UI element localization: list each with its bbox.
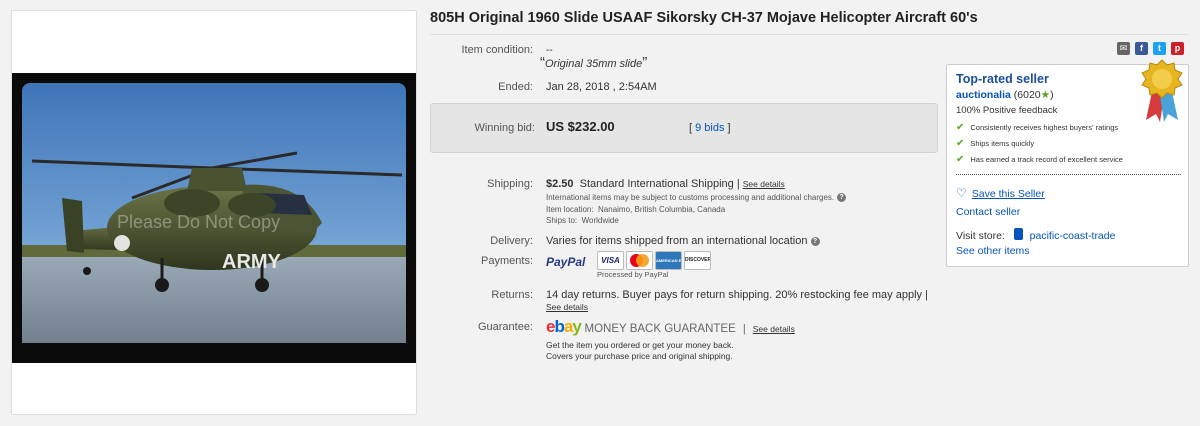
close-quote: ”: [642, 54, 648, 71]
amex-text: AMERICAN EXPRESS: [656, 258, 682, 263]
list-item: ✔ Has earned a track record of excellent …: [956, 154, 1123, 170]
item-location-label: Item location:: [546, 205, 594, 214]
item-location-value: Nanaimo, British Columbia, Canada: [598, 205, 726, 214]
check-icon: ✔: [956, 122, 965, 133]
list-item: ✔ Ships items quickly: [956, 138, 1123, 154]
customs-text: International items may be subject to cu…: [546, 193, 835, 202]
see-other-items-link[interactable]: See other items: [956, 245, 1030, 257]
guarantee-line2: Covers your purchase price and original …: [546, 351, 733, 361]
shipping-label: Shipping:: [487, 178, 533, 190]
save-seller-link[interactable]: ♡ Save this Seller: [956, 186, 1045, 200]
mastercard-icon: [626, 251, 653, 270]
seller-name-line: auctionalia (6020★): [956, 89, 1054, 101]
heart-icon: ♡: [956, 186, 967, 200]
ships-to-value: Worldwide: [581, 216, 619, 225]
shipping-line: $2.50 Standard International Shipping | …: [546, 178, 785, 190]
help-icon[interactable]: ?: [837, 193, 847, 202]
customs-note: International items may be subject to cu…: [546, 193, 847, 202]
seller-feedback: 100% Positive feedback: [956, 105, 1058, 116]
amex-card-icon: AMERICAN EXPRESS: [655, 251, 682, 270]
check-icon: ✔: [956, 154, 965, 165]
item-location: Item location: Nanaimo, British Columbia…: [546, 205, 725, 214]
shipping-details-link[interactable]: See details: [743, 179, 785, 189]
twitter-icon[interactable]: t: [1153, 42, 1166, 55]
seller-score-end: ): [1050, 89, 1054, 101]
winning-bid-panel: Winning bid: US $232.00 [ 9 bids ]: [430, 103, 938, 153]
mastercard-logo: [630, 254, 649, 267]
condition-quote: “Original 35mm slide”: [540, 54, 647, 71]
seller-score: (6020: [1013, 89, 1041, 101]
condition-quote-text: Original 35mm slide: [545, 58, 643, 70]
seller-badges: ✔ Consistently receives highest buyers' r…: [956, 122, 1123, 170]
winning-bid-label: Winning bid:: [474, 122, 535, 134]
ebay-logo: ebay: [546, 317, 582, 336]
pinterest-icon[interactable]: p: [1171, 42, 1184, 55]
shipping-method: Standard International Shipping |: [579, 178, 740, 190]
shipping-cost: $2.50: [546, 178, 574, 190]
star-icon: ★: [1040, 89, 1051, 101]
facebook-icon[interactable]: f: [1135, 42, 1148, 55]
guarantee-line1: Get the item you ordered or get your mon…: [546, 340, 734, 350]
guarantee-details-link[interactable]: See details: [753, 324, 795, 334]
delivery-value: Varies for items shipped from an interna…: [546, 235, 808, 247]
ended-label: Ended:: [498, 81, 533, 93]
seller-name[interactable]: auctionalia: [956, 89, 1011, 101]
payments-label: Payments:: [481, 255, 533, 267]
discover-text: DISCOVER: [685, 257, 711, 263]
paypal-logo: PayPal: [546, 255, 585, 269]
help-icon[interactable]: ?: [810, 237, 820, 246]
ended-value: Jan 28, 2018 , 2:54AM: [546, 81, 657, 93]
item-photo[interactable]: ARMY Please Do Not Copy: [12, 73, 416, 363]
bid-count: [ 9 bids ]: [689, 122, 731, 134]
processed-by-paypal: Processed by PayPal: [597, 270, 669, 279]
condition-label: Item condition:: [461, 44, 533, 56]
item-image-card: ARMY Please Do Not Copy: [11, 10, 417, 415]
bracket-open: [: [689, 122, 693, 134]
visit-store: Visit store: pacific-coast-trade: [956, 228, 1115, 242]
visit-store-label: Visit store:: [956, 230, 1005, 242]
helicopter-photo: ARMY Please Do Not Copy: [22, 83, 406, 353]
money-back-guarantee: ebay MONEY BACK GUARANTEE | See details: [546, 317, 795, 337]
email-icon[interactable]: ✉: [1117, 42, 1130, 55]
badge-text: Has earned a track record of excellent s…: [970, 155, 1123, 164]
bracket-close: ]: [727, 122, 731, 134]
visa-card-icon: VISA: [597, 251, 624, 270]
army-marking: ARMY: [222, 251, 282, 273]
returns-label: Returns:: [491, 289, 533, 301]
contact-seller-link[interactable]: Contact seller: [956, 206, 1020, 218]
delivery-label: Delivery:: [490, 235, 533, 247]
returns-value: 14 day returns. Buyer pays for return sh…: [546, 289, 928, 301]
seller-divider: [956, 174, 1181, 175]
guarantee-label: Guarantee:: [477, 321, 533, 333]
returns-details-link[interactable]: See details: [546, 302, 588, 312]
ships-to: Ships to: Worldwide: [546, 216, 619, 225]
item-title: 805H Original 1960 Slide USAAF Sikorsky …: [430, 10, 978, 26]
badge-text: Consistently receives highest buyers' ra…: [970, 123, 1119, 132]
list-item: ✔ Consistently receives highest buyers' r…: [956, 122, 1123, 138]
watermark: Please Do Not Copy: [117, 212, 280, 232]
top-rated-badge-icon: [1141, 59, 1183, 122]
save-seller-text: Save this Seller: [971, 188, 1045, 200]
badge-text: Ships items quickly: [970, 139, 1035, 148]
ships-to-label: Ships to:: [546, 216, 578, 225]
paypal-text: PayPal: [546, 255, 586, 269]
store-icon: [1013, 228, 1023, 240]
top-rated-heading: Top-rated seller: [956, 72, 1049, 86]
check-icon: ✔: [956, 138, 965, 149]
discover-card-icon: DISCOVER: [684, 251, 711, 270]
winning-bid-amount: US $232.00: [546, 119, 615, 134]
bids-link[interactable]: 9 bids: [695, 122, 724, 134]
store-link[interactable]: pacific-coast-trade: [1030, 230, 1116, 242]
delivery-line: Varies for items shipped from an interna…: [546, 235, 820, 247]
visa-text: VISA: [601, 256, 620, 265]
title-divider: [430, 34, 1188, 35]
mbg-text: MONEY BACK GUARANTEE: [584, 323, 736, 335]
mbg-separator: |: [742, 323, 746, 335]
